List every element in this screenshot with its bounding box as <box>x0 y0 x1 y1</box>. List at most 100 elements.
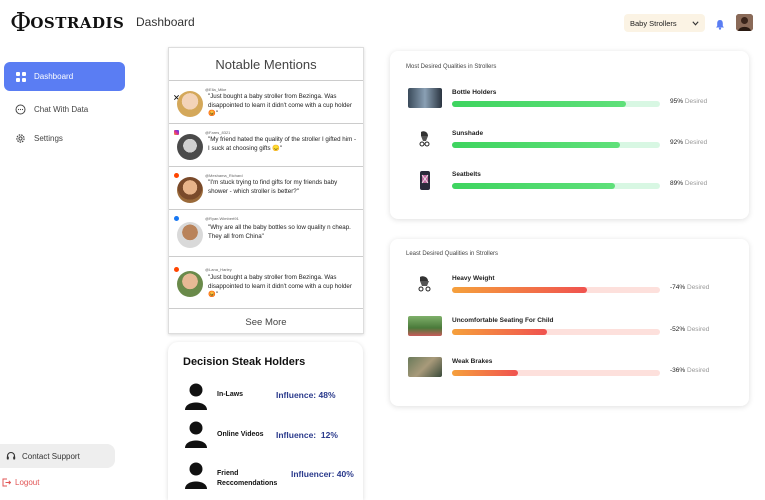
mention-quote: "Just bought a baby stroller from Bezing… <box>208 93 352 117</box>
quality-bar-track <box>452 370 660 376</box>
stakeholder-name-line: Friend <box>217 470 239 477</box>
quality-percent: -36% Desired <box>670 367 709 374</box>
stakeholder-influence: Influencer: 40% <box>291 469 354 479</box>
stakeholder-name: Online Videos <box>217 431 264 438</box>
quality-percent: 92% Desired <box>670 139 707 146</box>
quality-row[interactable]: Seatbelts 89% Desired <box>408 170 738 200</box>
brand-logo[interactable]: Φ OSTRADIS <box>10 10 124 36</box>
see-more-button[interactable]: See More <box>169 309 363 328</box>
stakeholders-card: Decision Steak Holders In-Laws Influence… <box>168 342 363 500</box>
card-title: Notable Mentions <box>169 57 363 81</box>
person-icon <box>184 382 208 415</box>
quality-bar-fill <box>452 287 588 293</box>
mention-item[interactable]: @Lana_Harley "Just bought a baby strolle… <box>169 257 363 309</box>
reddit-icon <box>174 267 179 272</box>
quality-row[interactable]: Weak Brakes -36% Desired <box>408 357 738 387</box>
user-avatar <box>177 271 203 297</box>
stroller-icon <box>413 129 437 149</box>
quality-bar-fill <box>452 329 548 335</box>
mention-item[interactable]: @Meshama_Richard "I'm stuck trying to fi… <box>169 167 363 210</box>
least-desired-card: Least Desired Qualities in Strollers Hea… <box>390 239 749 406</box>
seating-photo <box>408 316 442 336</box>
page-title: Dashboard <box>136 15 195 29</box>
facebook-icon <box>174 216 179 221</box>
stakeholder-row: Online Videos Influence: 12% <box>184 420 359 452</box>
category-select[interactable]: Baby Strollers <box>624 14 705 32</box>
quality-bar-track <box>452 329 660 335</box>
quality-bar-track <box>452 101 660 107</box>
sidebar-item-chat[interactable]: Chat With Data <box>4 95 125 124</box>
mention-handle: @Ryan.Wimbert91 <box>205 216 239 221</box>
instagram-icon <box>174 130 179 135</box>
quality-bar-track <box>452 183 660 189</box>
logo-text: OSTRADIS <box>30 14 125 32</box>
quality-label: Seatbelts <box>452 171 481 178</box>
quality-bar-fill <box>452 370 518 376</box>
quality-bar-fill <box>452 142 621 148</box>
bottle-holder-photo <box>408 88 442 108</box>
quality-percent-value: -74% <box>670 284 686 291</box>
quality-bar-track <box>452 142 660 148</box>
quality-row[interactable]: Bottle Holders 95% Desired <box>408 88 738 118</box>
notable-mentions-card: Notable Mentions @Ella_Mike "Just bought… <box>168 47 364 334</box>
stakeholder-row: In-Laws Influence: 48% <box>184 382 359 414</box>
quality-bar-fill <box>452 183 615 189</box>
contact-support-label: Contact Support <box>22 451 80 461</box>
quality-percent-suffix: Desired <box>684 139 708 146</box>
quality-percent: 89% Desired <box>670 180 707 187</box>
sidebar-item-label: Chat With Data <box>34 105 89 114</box>
x-logo-icon <box>173 87 180 101</box>
mention-quote: "Just bought a baby stroller from Bezing… <box>208 274 352 298</box>
mention-handle: @Lana_Harley <box>205 267 232 272</box>
mention-quote: "I'm stuck trying to find gifts for my f… <box>208 179 338 195</box>
headset-icon <box>6 451 16 461</box>
sidebar-nav: Dashboard Chat With Data Settings <box>4 62 125 153</box>
quality-percent-suffix: Desired <box>684 98 708 105</box>
quality-percent-value: 95% <box>670 98 684 105</box>
sidebar-item-label: Settings <box>34 134 63 143</box>
chat-icon <box>15 104 26 115</box>
mention-item[interactable]: @Ella_Mike "Just bought a baby stroller … <box>169 81 363 124</box>
sidebar-item-label: Dashboard <box>34 72 74 81</box>
mention-quote: "Why are all the baby bottles so low qua… <box>208 224 351 240</box>
person-icon <box>184 420 208 453</box>
quality-row[interactable]: Uncomfortable Seating For Child -52% Des… <box>408 316 738 346</box>
sidebar-item-dashboard[interactable]: Dashboard <box>4 62 125 91</box>
quality-percent-value: -52% <box>670 326 686 333</box>
user-avatar <box>177 222 203 248</box>
quality-percent-suffix: Desired <box>687 367 710 374</box>
user-avatar <box>177 177 203 203</box>
mention-item[interactable]: @Fares_8321 "My friend hated the quality… <box>169 124 363 167</box>
avatar[interactable] <box>736 14 753 31</box>
quality-percent: -74% Desired <box>670 284 709 291</box>
quality-row[interactable]: Sunshade 92% Desired <box>408 129 738 159</box>
logout-button[interactable]: Logout <box>2 478 39 487</box>
logout-label: Logout <box>15 478 40 487</box>
stakeholder-influence: Influence: 12% <box>276 430 338 440</box>
stakeholder-name: In-Laws <box>217 391 244 398</box>
mention-item[interactable]: @Ryan.Wimbert91 "Why are all the baby bo… <box>169 210 363 257</box>
stakeholder-influence: Influence: 48% <box>276 390 336 400</box>
user-avatar <box>177 134 203 160</box>
person-icon <box>184 461 208 494</box>
mention-handle: @Fares_8321 <box>205 130 231 135</box>
logo-symbol: Φ <box>10 8 32 38</box>
stroller-icon <box>413 274 437 294</box>
card-title: Least Desired Qualities in Strollers <box>406 251 499 257</box>
quality-label: Heavy Weight <box>452 275 495 282</box>
quality-label: Uncomfortable Seating For Child <box>452 317 554 324</box>
most-desired-card: Most Desired Qualities in Strollers Bott… <box>390 51 749 219</box>
sidebar-item-settings[interactable]: Settings <box>4 124 125 153</box>
mention-handle: @Ella_Mike <box>205 87 227 92</box>
bell-icon[interactable] <box>715 17 725 35</box>
quality-percent: -52% Desired <box>670 326 709 333</box>
quality-label: Sunshade <box>452 130 484 137</box>
gear-icon <box>15 133 26 144</box>
stakeholder-name: Friend Reccomendations <box>217 469 277 489</box>
card-title: Decision Steak Holders <box>183 356 306 368</box>
contact-support-button[interactable]: Contact Support <box>0 444 115 468</box>
seat-icon <box>413 170 437 190</box>
quality-row[interactable]: Heavy Weight -74% Desired <box>408 274 738 304</box>
mention-handle: @Meshama_Richard <box>205 173 243 178</box>
category-select-value: Baby Strollers <box>630 18 677 28</box>
